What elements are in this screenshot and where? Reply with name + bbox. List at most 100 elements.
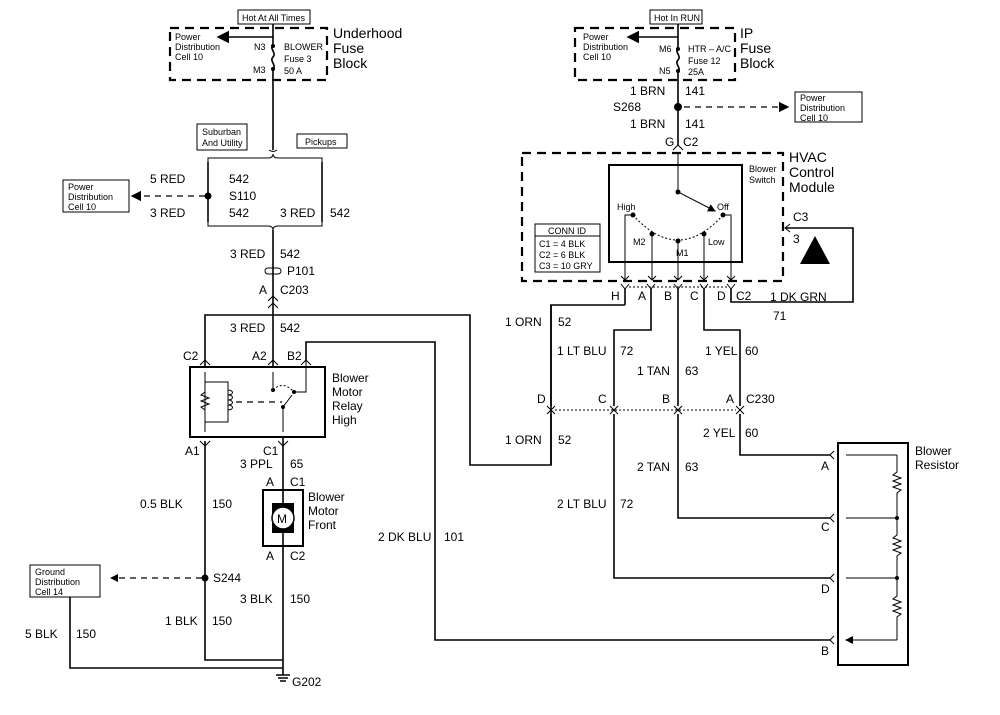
module-title: HVAC <box>789 149 827 165</box>
position-label: Low <box>708 237 725 247</box>
wire-color: 2 LT BLU <box>557 497 607 511</box>
circuit-number: 71 <box>773 309 787 323</box>
pin-label: A2 <box>252 349 267 363</box>
circuit-number: 542 <box>330 206 350 220</box>
wire-color: 2 YEL <box>703 426 736 440</box>
relay-title: Relay <box>332 399 363 413</box>
circuit-number: 63 <box>685 364 699 378</box>
conn-id-title: CONN ID <box>548 226 587 236</box>
fuse-label: 25A <box>688 67 704 77</box>
hvac-control-module: HVAC Control Module Blower Switch High M… <box>520 149 835 283</box>
pin-label: M3 <box>253 65 266 75</box>
power-dist-label: Distribution <box>800 103 845 113</box>
splice-label: S110 <box>229 189 256 203</box>
pin-label: H <box>611 289 620 303</box>
motor-title: Blower <box>308 490 345 504</box>
motor-symbol: M <box>277 512 287 526</box>
pin-label: C2 <box>183 349 199 363</box>
circuit-number: 150 <box>290 592 310 606</box>
variant-label: Suburban <box>202 127 241 137</box>
connector-label: C230 <box>746 392 775 406</box>
power-dist-label: Cell 10 <box>800 113 828 123</box>
pin-label: 3 <box>793 232 800 246</box>
circuit-number: 63 <box>685 460 699 474</box>
connector-label: C2 <box>683 135 699 149</box>
circuit-number: 542 <box>229 206 249 220</box>
circuit-number: 150 <box>212 614 232 628</box>
power-dist-label: Power <box>68 182 94 192</box>
module-title: Control <box>789 164 834 180</box>
wire-color: 0.5 BLK <box>140 497 183 511</box>
block-title: Block <box>333 55 368 71</box>
fuse-label: P101 <box>287 264 315 278</box>
variant-brace-bottom <box>207 222 323 231</box>
wire-ground <box>69 441 283 669</box>
pin-label: N5 <box>659 66 671 76</box>
circuit-number: 72 <box>620 497 634 511</box>
conn-id-row: C2 = 6 BLK <box>539 250 585 260</box>
power-dist-label: Cell 10 <box>68 202 96 212</box>
motor-title: Front <box>308 518 337 532</box>
variant-label: Pickups <box>305 137 337 147</box>
connector-label: C2 <box>290 549 306 563</box>
switch-label: Blower <box>749 164 777 174</box>
module-title: Module <box>789 179 835 195</box>
splice-s110 <box>204 192 212 200</box>
splice-s268 <box>674 103 682 111</box>
splice-s244 <box>201 574 209 582</box>
pin-label: A <box>266 549 274 563</box>
circuit-number: 150 <box>212 497 232 511</box>
fuse-3-symbol <box>271 24 275 150</box>
hot-label: Hot At All Times <box>242 13 306 23</box>
pin-label: C <box>690 289 699 303</box>
pin-label: G <box>665 135 674 149</box>
switch-wiper <box>677 152 716 212</box>
block-title: Fuse <box>740 40 771 56</box>
wire-color: 1 TAN <box>637 364 670 378</box>
relay-title: High <box>332 413 357 427</box>
wire-color: 3 RED <box>230 321 266 335</box>
power-dist-label: Cell 10 <box>175 52 203 62</box>
pin-label: A <box>821 459 829 473</box>
ground-dist-label: Ground <box>35 567 65 577</box>
block-title: Fuse <box>333 40 364 56</box>
block-title: IP <box>740 25 753 41</box>
ip-fuse-block: Hot In RUN IP Fuse Block Power Distribut… <box>573 9 775 145</box>
wire-color: 3 RED <box>150 206 186 220</box>
ground-dist-label: Distribution <box>35 577 80 587</box>
wire-color: 1 ORN <box>505 433 542 447</box>
wire-color: 2 DK BLU <box>378 530 431 544</box>
blower-motor-front: M Blower Motor Front <box>262 489 345 547</box>
circuit-number: 542 <box>229 172 249 186</box>
relay-title: Blower <box>332 371 369 385</box>
pin-label: A <box>266 475 274 489</box>
pin-label: A <box>726 392 734 406</box>
power-dist-label: Distribution <box>68 192 113 202</box>
fuse-label: Fuse 12 <box>688 56 721 66</box>
blower-wiring-diagram: Hot At All Times Underhood Fuse Block Po… <box>25 9 959 689</box>
pin-label: A1 <box>185 444 200 458</box>
pin-label: B2 <box>287 349 302 363</box>
circuit-number: 60 <box>745 344 759 358</box>
motor-title: Motor <box>308 504 339 518</box>
wire-color: 1 YEL <box>705 344 738 358</box>
variant-brace-top <box>207 153 323 162</box>
pin-label: B <box>662 392 670 406</box>
pin-label: A <box>259 283 267 297</box>
wire-color: 5 RED <box>150 172 186 186</box>
fuse-12-symbol <box>676 24 680 145</box>
block-title: Block <box>740 55 775 71</box>
blower-motor-relay-high: C2 A2 B2 Blower Motor Relay High A1 C1 <box>183 342 369 458</box>
hot-label: Hot In RUN <box>654 13 700 23</box>
pin-label: B <box>821 644 829 658</box>
pin-label: C <box>821 520 830 534</box>
wire-color: 1 BRN <box>630 117 665 131</box>
pin-label: B <box>664 289 672 303</box>
conn-id-row: C3 = 10 GRY <box>539 261 593 271</box>
power-dist-label: Distribution <box>583 42 628 52</box>
wire-color: 1 BLK <box>165 614 198 628</box>
relay-switch <box>282 394 293 432</box>
variant-label: And Utility <box>202 138 243 148</box>
circuit-number: 60 <box>745 426 759 440</box>
pin-label: M6 <box>659 44 672 54</box>
